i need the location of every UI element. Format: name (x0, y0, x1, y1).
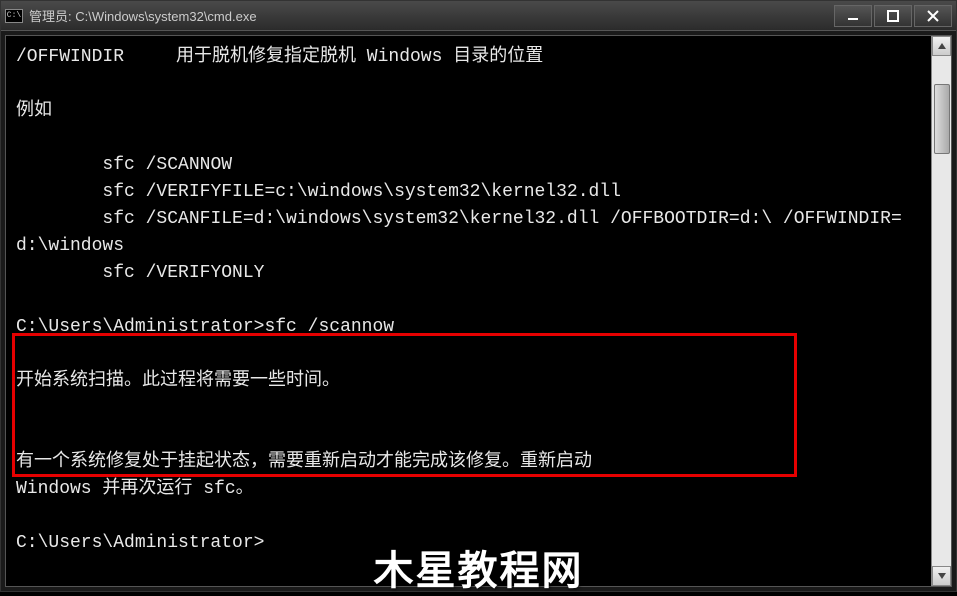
example-label: 例如 (16, 101, 52, 121)
minimize-button[interactable] (834, 5, 872, 27)
option-desc: 用于脱机修复指定脱机 Windows 目录的位置 (176, 47, 543, 67)
minimize-icon (847, 10, 859, 22)
scroll-thumb[interactable] (934, 84, 950, 154)
window-controls (834, 5, 952, 27)
scroll-down-button[interactable] (932, 566, 951, 586)
cmd-icon: C:\ (5, 9, 23, 23)
example-line: sfc /SCANNOW (16, 155, 232, 175)
prompt: C:\Users\Administrator> (16, 317, 264, 337)
cmd-window: C:\ 管理员: C:\Windows\system32\cmd.exe /OF… (0, 0, 957, 592)
terminal-area: /OFFWINDIR用于脱机修复指定脱机 Windows 目录的位置 例如 sf… (5, 35, 952, 587)
pending-msg: Windows 并再次运行 sfc。 (16, 479, 254, 499)
scroll-up-button[interactable] (932, 36, 951, 56)
maximize-icon (887, 10, 899, 22)
close-button[interactable] (914, 5, 952, 27)
example-line: sfc /VERIFYFILE=c:\windows\system32\kern… (16, 182, 621, 202)
command-text: sfc /scannow (264, 317, 394, 337)
window-title: 管理员: C:\Windows\system32\cmd.exe (29, 6, 834, 25)
chevron-up-icon (938, 43, 946, 49)
pending-msg: 有一个系统修复处于挂起状态，需要重新启动才能完成该修复。重新启动 (16, 452, 592, 472)
terminal-output[interactable]: /OFFWINDIR用于脱机修复指定脱机 Windows 目录的位置 例如 sf… (6, 36, 931, 586)
prompt: C:\Users\Administrator> (16, 533, 264, 553)
chevron-down-icon (938, 573, 946, 579)
vertical-scrollbar[interactable] (931, 36, 951, 586)
example-line: sfc /SCANFILE=d:\windows\system32\kernel… (16, 209, 902, 256)
maximize-button[interactable] (874, 5, 912, 27)
example-line: sfc /VERIFYONLY (16, 263, 264, 283)
titlebar[interactable]: C:\ 管理员: C:\Windows\system32\cmd.exe (1, 1, 956, 31)
scan-start-msg: 开始系统扫描。此过程将需要一些时间。 (16, 371, 340, 391)
close-icon (927, 10, 939, 22)
option-name: /OFFWINDIR (16, 44, 176, 71)
